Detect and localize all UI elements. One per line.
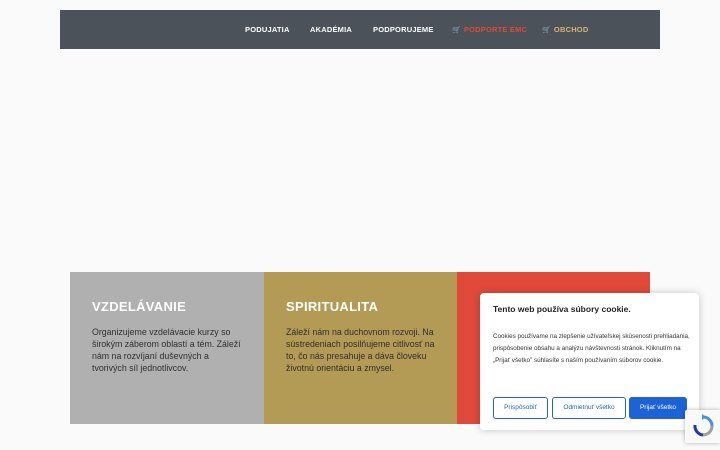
main-navbar: PODUJATIA AKADÉMIA PODPORUJEME 🛒 PODPORTE… xyxy=(60,10,660,49)
nav-item-podujatia[interactable]: PODUJATIA xyxy=(245,10,290,49)
card-title: VZDELÁVANIE xyxy=(92,299,187,314)
cart-icon: 🛒 xyxy=(542,27,551,34)
nav-item-podporte-emc[interactable]: 🛒 PODPORTE EMC xyxy=(452,10,527,49)
customize-button[interactable]: Prispôsobiť xyxy=(493,397,548,419)
recaptcha-badge[interactable] xyxy=(685,410,720,443)
card-spiritualita: SPIRITUALITA Záleží nám na duchovnom roz… xyxy=(264,272,457,424)
card-title: SPIRITUALITA xyxy=(286,299,379,314)
nav-item-akademia[interactable]: AKADÉMIA xyxy=(310,10,352,49)
card-text: Záleží nám na duchovnom rozvoji. Na súst… xyxy=(286,327,435,373)
cookie-title: Tento web používa súbory cookie. xyxy=(493,304,631,314)
nav-item-podporujeme[interactable]: PODPORUJEME xyxy=(373,10,434,49)
card-vzdelavanie: VZDELÁVANIE Organizujeme vzdelávacie kur… xyxy=(70,272,264,424)
accept-all-button[interactable]: Prijať všetko xyxy=(629,397,687,419)
card-text: Organizujeme vzdelávacie kurzy so široký… xyxy=(92,327,241,373)
cookie-text: Cookies používame na zlepšenie užívateľs… xyxy=(493,333,690,364)
reject-all-button[interactable]: Odmietnuť všetko xyxy=(552,397,626,419)
recaptcha-icon xyxy=(693,414,714,437)
cart-icon: 🛒 xyxy=(452,27,461,34)
cookie-consent-dialog: Tento web používa súbory cookie. Cookies… xyxy=(480,293,699,430)
nav-item-obchod[interactable]: 🛒 OBCHOD xyxy=(542,10,588,49)
